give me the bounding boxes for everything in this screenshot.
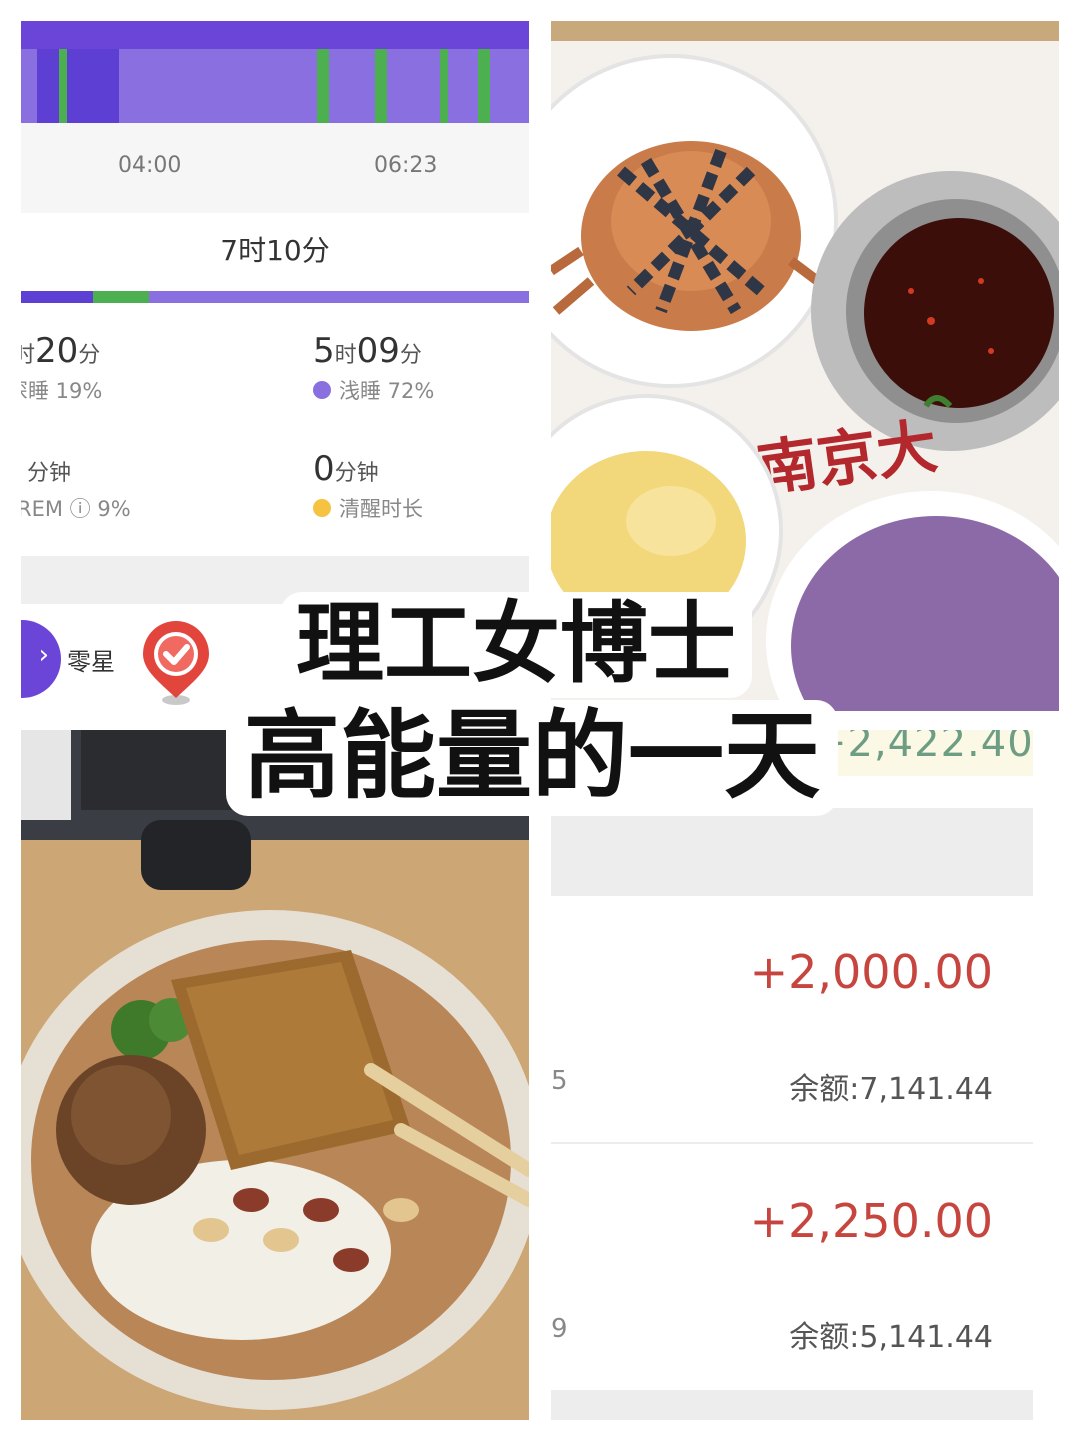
avatar: ›: [21, 620, 61, 698]
light-sleep-dot-icon: [313, 381, 331, 399]
awake-stat: 0分钟 清醒时长: [313, 449, 423, 523]
noodle-bowl-image: [21, 730, 529, 1420]
stat-label: 浅睡 72%: [339, 379, 435, 403]
check-pin-icon: [143, 621, 209, 705]
section-header: [551, 808, 1033, 896]
rem-segment: [440, 49, 448, 123]
total-sleep-duration: 7时10分: [220, 234, 330, 267]
transaction-date-fragment: 5: [551, 1066, 568, 1096]
transaction-amount: +2,250.00: [749, 1194, 993, 1248]
awake-dot-icon: [313, 499, 331, 517]
sleep-chart-top-band: [21, 21, 529, 49]
chevron-icon: ›: [38, 640, 49, 670]
axis-time-label: 04:00: [118, 153, 182, 178]
stat-unit: 时: [21, 343, 36, 368]
rem-segment: [375, 49, 387, 123]
light-sleep-stat: 5时09分 浅睡 72%: [313, 331, 434, 405]
divider: [551, 1142, 1033, 1144]
stat-unit: 时: [334, 343, 357, 368]
stat-unit: 分钟: [334, 461, 379, 486]
stat-label: 深睡 19%: [21, 379, 103, 403]
rem-proportion: [93, 291, 149, 303]
rem-stat: 分钟 REM ⓘ 9%: [21, 449, 131, 523]
deep-sleep-segment: [37, 49, 59, 123]
title-line-1: 理工女博士: [280, 592, 753, 698]
transaction-balance: 余额:7,141.44: [789, 1072, 993, 1107]
stat-unit: 分: [78, 343, 101, 368]
transaction-date-fragment: 9: [551, 1314, 568, 1344]
deep-sleep-segment: [67, 49, 119, 123]
stat-unit: 分钟: [27, 461, 72, 486]
stat-label: 清醒时长: [339, 497, 423, 521]
rem-segment: [59, 49, 67, 123]
deep-proportion: [21, 291, 93, 303]
income-panel: +2,422.40 +2,000.00 5 余额:7,141.44 +2,250…: [551, 730, 1059, 1420]
sleep-stage-chart: [21, 21, 529, 123]
summary-amount: +2,422.40: [813, 730, 1034, 766]
stat-value: 09: [356, 331, 400, 371]
axis-time-label: 06:23: [374, 153, 438, 178]
lunch-photo: [21, 730, 529, 1420]
rem-segment: [478, 49, 490, 123]
rem-segment: [317, 49, 329, 123]
stat-unit: 分: [399, 343, 422, 368]
sleep-proportion-bar: [21, 291, 529, 303]
stat-value: 20: [35, 331, 79, 371]
title-line-2: 高能量的一天: [226, 700, 838, 816]
card-name: 零星: [67, 648, 115, 676]
transaction-balance: 余额:5,141.44: [789, 1320, 993, 1355]
stat-label: REM ⓘ 9%: [21, 497, 131, 521]
deep-sleep-stat: 时20分 深睡 19%: [21, 331, 102, 405]
section-footer: [551, 1390, 1033, 1420]
transaction-amount: +2,000.00: [749, 945, 993, 999]
stat-value: 5: [313, 331, 335, 371]
time-axis: 04:00 06:23: [21, 123, 529, 213]
stat-value: 0: [313, 449, 335, 489]
